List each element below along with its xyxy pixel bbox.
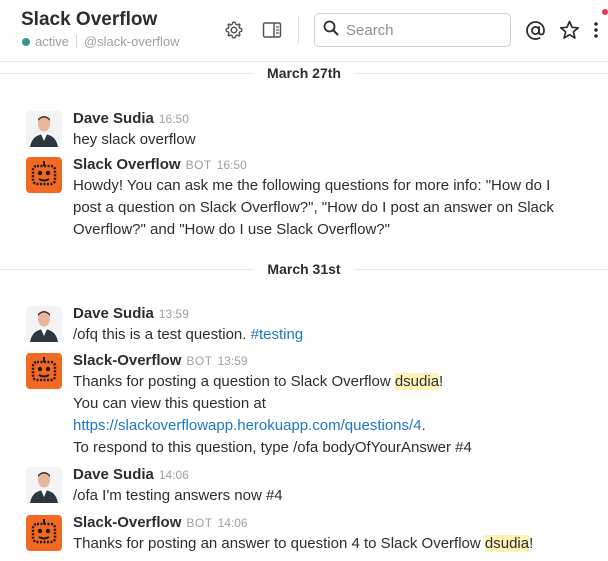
message-text-line: Howdy! You can ask me the following ques… [73, 177, 551, 194]
header-divider [298, 16, 299, 44]
mention-icon[interactable] [524, 19, 546, 41]
message-text-line: To respond to this question, type /ofa b… [73, 439, 472, 456]
message-text-line: https://slackoverflowapp.herokuapp.com/q… [73, 415, 603, 437]
sender-name[interactable]: Dave Sudia [73, 466, 154, 483]
message-text: /ofq this is a test question. #testing [73, 324, 603, 346]
channel-status: active @slack-overflow [22, 34, 180, 49]
sender-name[interactable]: Slack-Overflow [73, 514, 181, 531]
timestamp[interactable]: 13:59 [218, 354, 248, 368]
bot-handle: @slack-overflow [83, 34, 180, 49]
day-divider-label: March 31st [0, 261, 608, 277]
star-icon[interactable] [558, 19, 580, 41]
sender-name[interactable]: Dave Sudia [73, 305, 154, 322]
status-text: active [35, 34, 69, 49]
avatar-dave-sudia[interactable] [26, 111, 62, 147]
gear-icon[interactable] [223, 19, 245, 41]
user-mention[interactable]: dsudia [484, 535, 530, 552]
search-box[interactable] [314, 13, 511, 47]
avatar-slack-overflow-bot[interactable] [26, 515, 62, 551]
avatar-dave-sudia[interactable] [26, 467, 62, 503]
status-separator [75, 35, 77, 48]
search-icon [323, 20, 339, 41]
question-link[interactable]: https://slackoverflowapp.herokuapp.com/q… [73, 417, 422, 434]
message-text: /ofa I'm testing answers now #4 [73, 487, 283, 504]
notification-dot [602, 9, 608, 15]
timestamp[interactable]: 13:59 [159, 307, 189, 321]
sender-name[interactable]: Dave Sudia [73, 110, 154, 127]
message-text: hey slack overflow [73, 131, 196, 148]
message-text-content: Thanks for posting a question to Slack O… [73, 373, 395, 390]
sender-name[interactable]: Slack Overflow [73, 156, 181, 173]
message-text-line: Overflow?" and "How do I use Slack Overf… [73, 221, 390, 238]
message-text-line: post a question on Slack Overflow?", "Ho… [73, 199, 554, 216]
bot-tag: BOT [186, 516, 213, 530]
message-text-line: Thanks for posting an answer to question… [73, 533, 603, 555]
message-text-content: . [421, 417, 426, 434]
avatar-slack-overflow-bot[interactable] [26, 353, 62, 389]
timestamp[interactable]: 14:06 [159, 468, 189, 482]
message-text-line: Thanks for posting a question to Slack O… [73, 371, 603, 393]
bot-tag: BOT [185, 158, 212, 172]
timestamp[interactable]: 16:50 [159, 112, 189, 126]
channel-title[interactable]: Slack Overflow [21, 9, 157, 31]
message-text-content: ! [439, 373, 444, 390]
message-text-line: You can view this question at [73, 395, 266, 412]
sidebar-toggle-icon[interactable] [261, 19, 283, 41]
sender-name[interactable]: Slack-Overflow [73, 352, 181, 369]
active-status-dot [22, 37, 30, 46]
message-text-content: Thanks for posting an answer to question… [73, 535, 485, 552]
avatar-slack-overflow-bot[interactable] [26, 157, 62, 193]
timestamp[interactable]: 16:50 [217, 158, 247, 172]
timestamp[interactable]: 14:06 [218, 516, 248, 530]
message-text-content: ! [529, 535, 534, 552]
channel-header: Slack Overflow active @slack-overflow [0, 0, 608, 62]
search-input[interactable] [346, 21, 496, 39]
hashtag-link[interactable]: #testing [251, 326, 304, 343]
bot-tag: BOT [186, 354, 213, 368]
day-divider-label: March 27th [0, 65, 608, 81]
user-mention[interactable]: dsudia [394, 373, 440, 390]
more-vertical-icon[interactable] [589, 19, 603, 41]
message-text-content: /ofq this is a test question. [73, 326, 251, 343]
avatar-dave-sudia[interactable] [26, 306, 62, 342]
